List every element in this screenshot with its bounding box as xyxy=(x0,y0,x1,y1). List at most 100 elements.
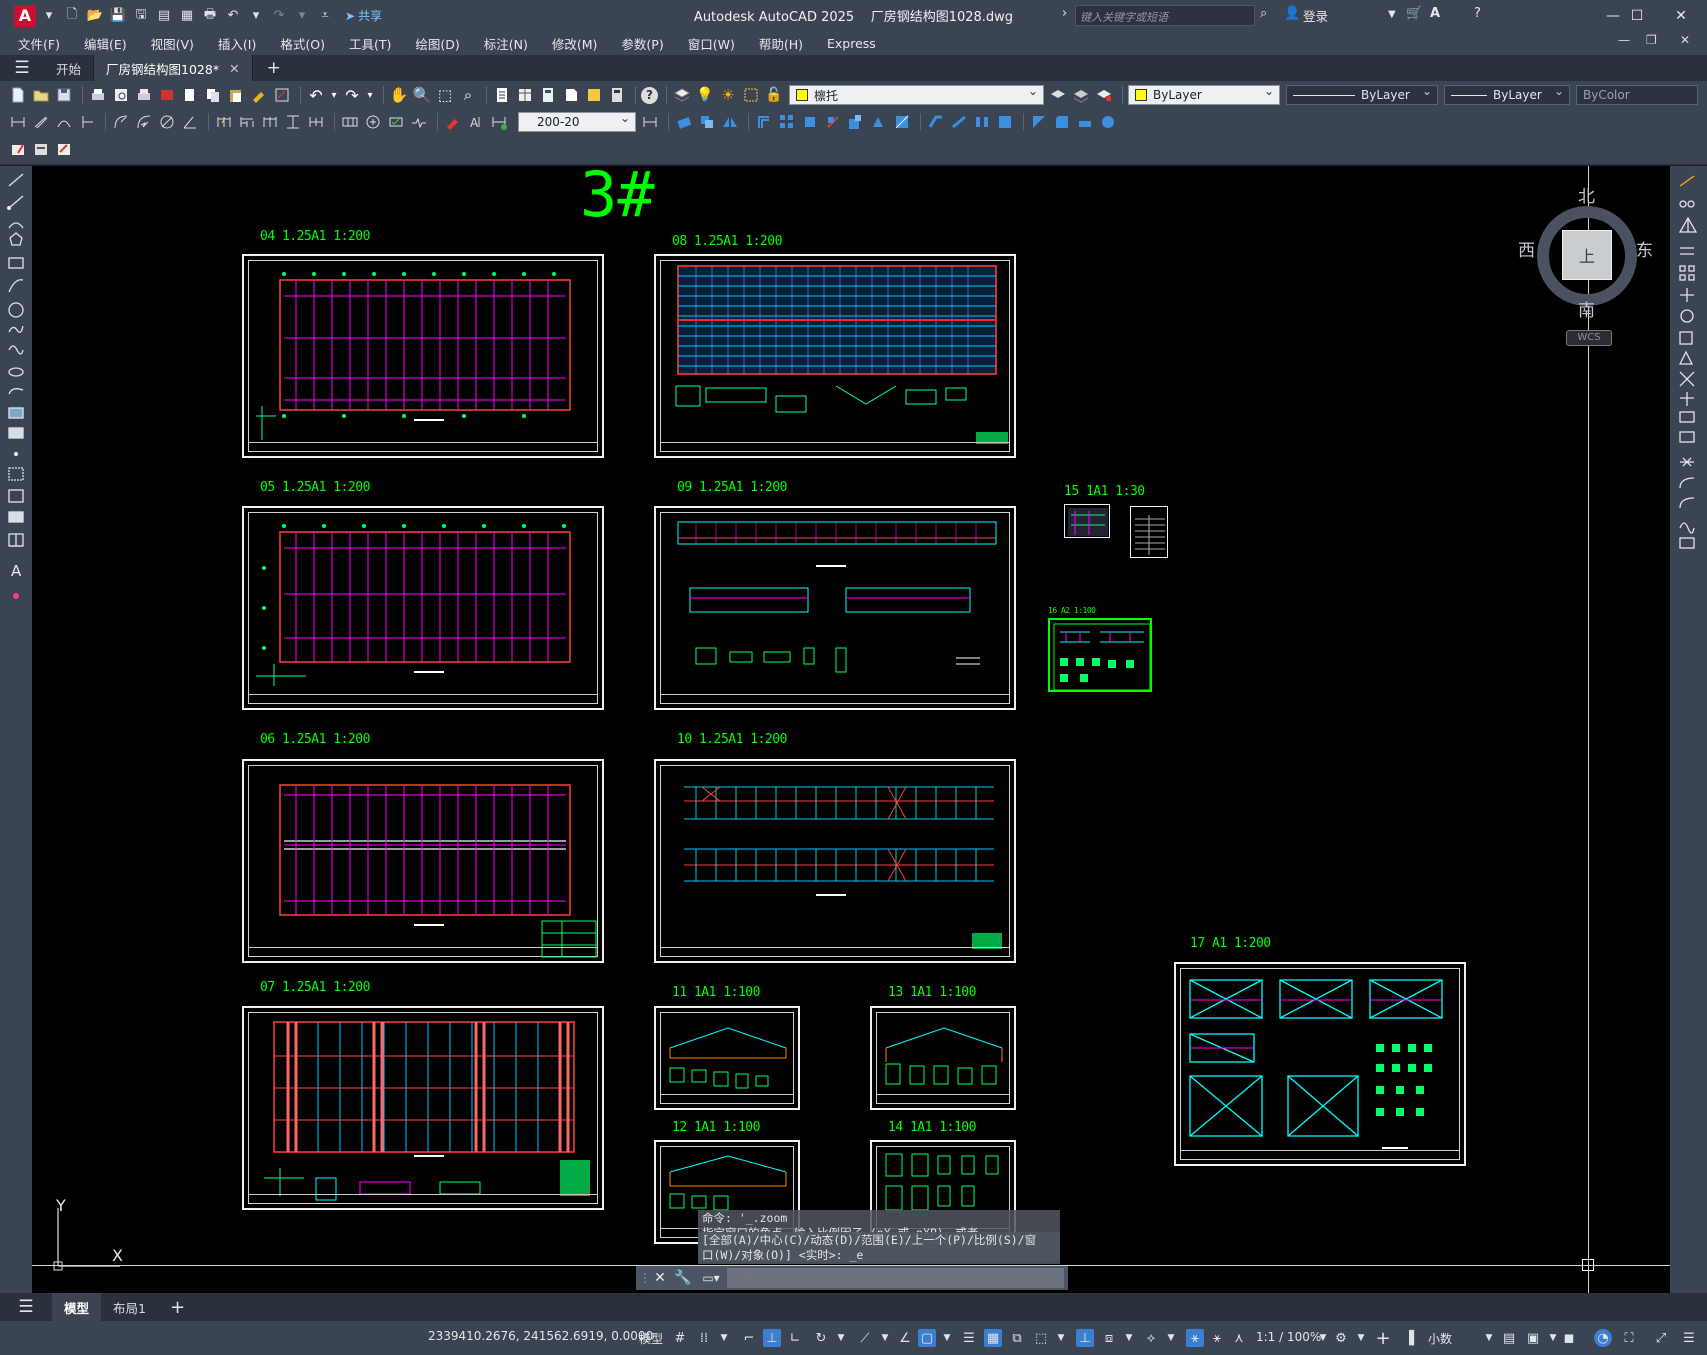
publish-icon[interactable] xyxy=(134,85,154,105)
jogged-linear-icon[interactable] xyxy=(409,112,429,132)
gizmo-dropdown-icon[interactable]: ▼ xyxy=(1162,1329,1180,1347)
point-icon[interactable] xyxy=(7,448,25,466)
menu-file[interactable]: 文件(F) xyxy=(18,34,60,53)
polar-tracking-icon[interactable]: ↻ xyxy=(812,1329,830,1347)
offset-tool-icon[interactable] xyxy=(1679,238,1697,256)
gizmo-icon[interactable]: ⟡ xyxy=(1142,1329,1160,1347)
chamfer-tool-icon[interactable] xyxy=(1679,472,1697,490)
polygon-icon[interactable] xyxy=(7,238,25,256)
tab-layout1[interactable]: 布局1 xyxy=(101,1293,158,1321)
undo-dropdown-icon[interactable]: ▾ xyxy=(246,6,266,26)
undo-icon[interactable]: ↶ xyxy=(306,85,326,105)
arc-length-dim-icon[interactable] xyxy=(54,112,74,132)
rotate-icon[interactable] xyxy=(823,112,843,132)
menu-dimension[interactable]: 标注(N) xyxy=(484,34,528,53)
menu-edit[interactable]: 编辑(E) xyxy=(84,34,127,53)
block-editor-icon[interactable] xyxy=(272,85,292,105)
hamburger-menu-icon[interactable]: ☰ xyxy=(0,58,44,78)
polar-dropdown-icon[interactable]: ▼ xyxy=(832,1329,850,1347)
properties-icon[interactable] xyxy=(492,85,512,105)
drawing-canvas[interactable]: 3# 04 1.25A1 1:200 05 1.25A1 1:200 06 1.… xyxy=(32,166,1670,1293)
center-mark-icon[interactable] xyxy=(363,112,383,132)
web-mobile-icon[interactable]: ▤ xyxy=(154,6,174,26)
lock-ui-icon[interactable]: ▣ xyxy=(1524,1329,1542,1347)
compass-west[interactable]: 西 xyxy=(1518,236,1535,261)
doc-restore-icon[interactable]: ❐ xyxy=(1646,33,1657,47)
region-icon[interactable] xyxy=(7,512,25,530)
sync-attribute-icon[interactable] xyxy=(54,139,74,159)
annotation-scale-value[interactable]: 1:1 / 100% xyxy=(1256,1330,1321,1344)
menu-parametric[interactable]: 参数(P) xyxy=(621,34,663,53)
dynamic-ucs-icon[interactable]: ⊥ xyxy=(1076,1329,1094,1347)
layer-properties-icon[interactable] xyxy=(672,85,692,105)
recent-commands-icon[interactable]: ▭▾ xyxy=(695,1271,727,1285)
dim-text-edit-icon[interactable]: A xyxy=(466,112,486,132)
object-snap-tracking-icon[interactable]: ∠ xyxy=(896,1329,914,1347)
isolate-objects-icon[interactable]: ◼ xyxy=(1560,1329,1578,1347)
infer-constraints-icon[interactable]: ⌐ xyxy=(740,1329,758,1347)
customization-menu-icon[interactable]: ☰ xyxy=(1680,1329,1698,1347)
redo-icon[interactable]: ↷ xyxy=(342,85,362,105)
drawing-sheet-10[interactable] xyxy=(654,759,1016,963)
isodraft-icon[interactable]: ⟋ xyxy=(856,1329,874,1347)
dynamic-input-icon[interactable]: ⊥ xyxy=(763,1329,781,1347)
jogged-dim-icon[interactable] xyxy=(134,112,154,132)
selection-cycling-icon[interactable]: ⧉ xyxy=(1008,1329,1026,1347)
explode-tool-icon[interactable] xyxy=(1679,532,1697,550)
grid-icon[interactable]: # xyxy=(671,1329,689,1347)
selection-filter-icon[interactable]: ⧈ xyxy=(1100,1329,1118,1347)
diameter-dim-icon[interactable] xyxy=(157,112,177,132)
break-icon[interactable] xyxy=(972,112,992,132)
annotation-visibility-icon[interactable]: ⚹ xyxy=(1186,1329,1204,1347)
move-tool-icon[interactable] xyxy=(1679,282,1697,300)
menu-view[interactable]: 视图(V) xyxy=(151,34,194,53)
copy-icon[interactable] xyxy=(203,85,223,105)
trim-tool-icon[interactable] xyxy=(1679,366,1697,384)
drawing-sheet-13[interactable] xyxy=(870,1006,1016,1110)
offset-icon[interactable] xyxy=(754,112,774,132)
insert-block-icon[interactable] xyxy=(7,408,25,426)
workspace-gear-icon[interactable]: ⚙ xyxy=(1332,1329,1350,1347)
units-dropdown-icon[interactable]: ▼ xyxy=(1480,1329,1498,1347)
save-icon[interactable]: 💾 xyxy=(108,6,128,26)
design-center-icon[interactable] xyxy=(515,85,535,105)
compass-south[interactable]: 南 xyxy=(1578,296,1595,321)
continue-dim-icon[interactable] xyxy=(260,112,280,132)
radius-dim-icon[interactable] xyxy=(111,112,131,132)
polyline-icon[interactable] xyxy=(7,218,25,236)
revision-cloud-icon[interactable] xyxy=(7,324,25,342)
align-tool-icon[interactable] xyxy=(1679,452,1697,470)
doc-close-icon[interactable]: ✕ xyxy=(1680,33,1690,47)
object-snap-icon[interactable]: ▢ xyxy=(918,1329,936,1347)
login-button[interactable]: 登录 xyxy=(1303,6,1328,25)
linear-dim-icon[interactable] xyxy=(8,112,28,132)
drawing-sheet-06[interactable] xyxy=(242,759,604,963)
menu-draw[interactable]: 绘图(D) xyxy=(415,34,459,53)
angular-dim-icon[interactable] xyxy=(180,112,200,132)
blend-tool-icon[interactable] xyxy=(1679,512,1697,530)
drawing-sheet-16[interactable] xyxy=(1048,618,1152,692)
logo-dropdown-icon[interactable]: ▾ xyxy=(39,6,59,26)
save-icon[interactable] xyxy=(54,85,74,105)
menu-insert[interactable]: 插入(I) xyxy=(218,34,256,53)
rotate-tool-icon[interactable] xyxy=(1679,304,1697,322)
erase-icon[interactable] xyxy=(674,112,694,132)
menu-tools[interactable]: 工具(T) xyxy=(349,34,391,53)
wcs-menu-button[interactable]: WCS xyxy=(1566,330,1612,346)
join-icon[interactable] xyxy=(995,112,1015,132)
drawing-sheet-09[interactable] xyxy=(654,506,1016,710)
command-input[interactable] xyxy=(727,1268,1064,1288)
copy-tool-icon[interactable] xyxy=(1679,194,1697,212)
baseline-dim-icon[interactable] xyxy=(237,112,257,132)
construction-line-icon[interactable] xyxy=(7,196,25,214)
scale-tool-icon[interactable] xyxy=(1679,326,1697,344)
lineweight-icon[interactable]: ☰ xyxy=(960,1329,978,1347)
menu-format[interactable]: 格式(O) xyxy=(280,34,325,53)
viewcube[interactable]: 上 北 南 东 西 WCS xyxy=(1512,182,1662,346)
ellipse-arc-icon[interactable] xyxy=(7,386,25,404)
match-properties-icon[interactable] xyxy=(249,85,269,105)
user-icon[interactable]: 👤 xyxy=(1284,6,1300,21)
auto-scale-icon[interactable]: ⚹ xyxy=(1208,1329,1226,1347)
make-block-icon[interactable] xyxy=(7,428,25,446)
dim-edit-icon[interactable] xyxy=(443,112,463,132)
